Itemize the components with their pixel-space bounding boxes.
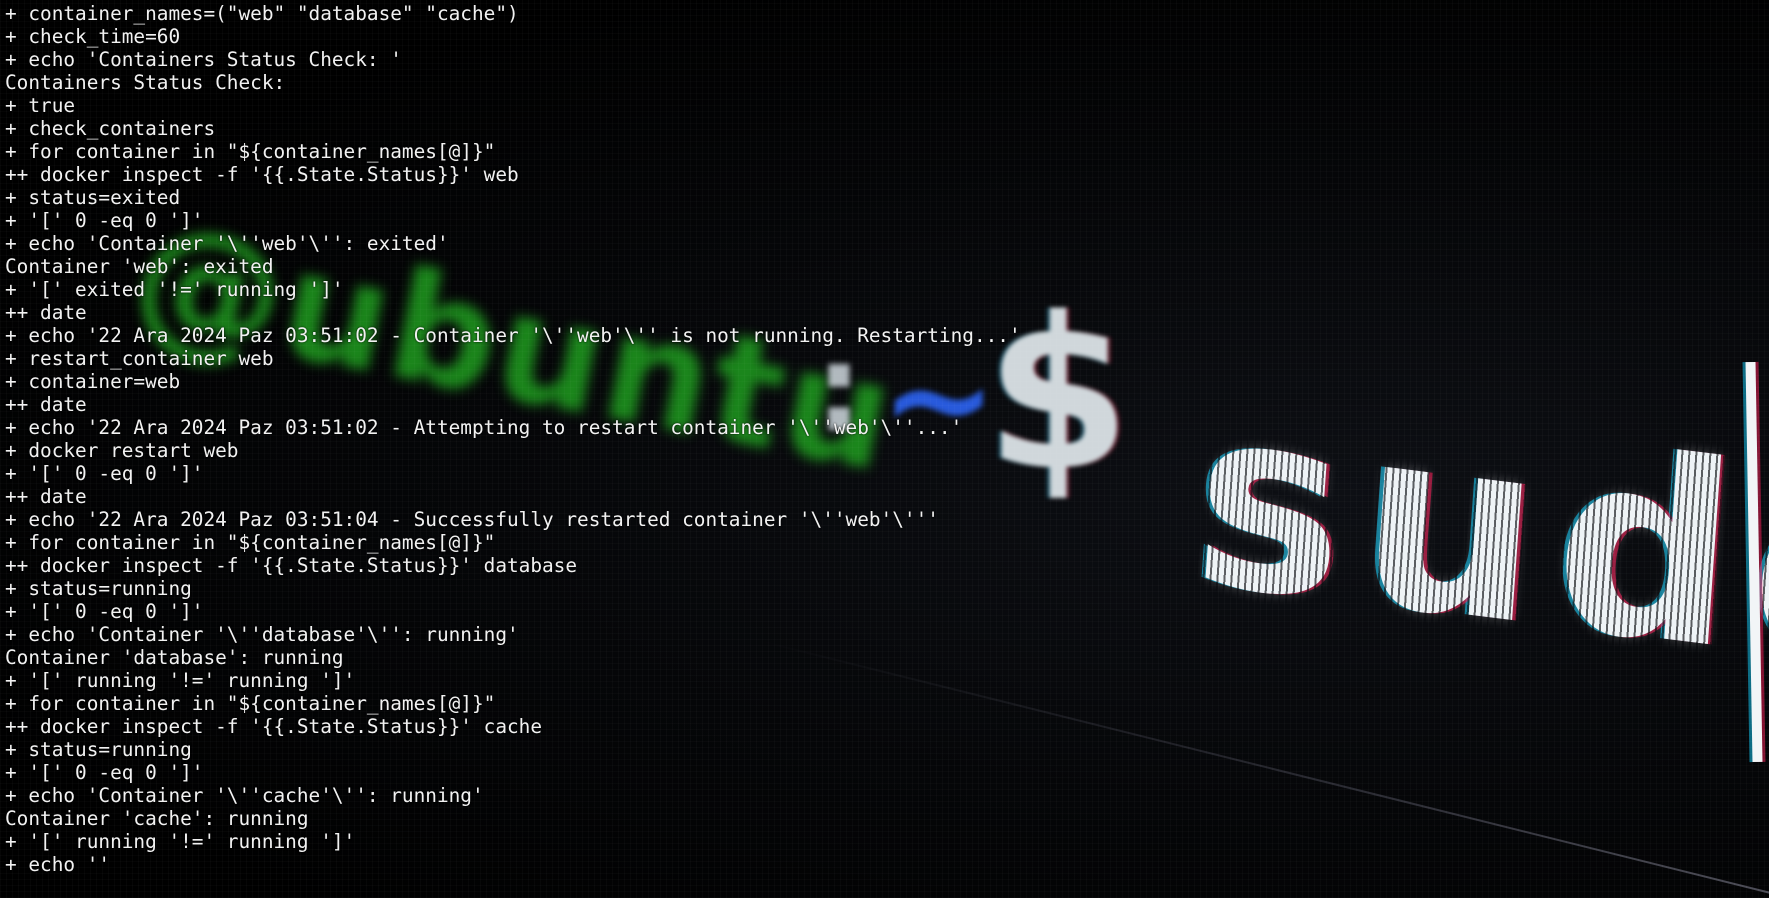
terminal-line: + true	[5, 94, 76, 117]
terminal-line: + '[' 0 -eq 0 ']'	[5, 209, 204, 232]
terminal-line: + for container in "${container_names[@]…	[5, 692, 496, 715]
terminal-line: Containers Status Check:	[5, 71, 286, 94]
terminal-line: + echo 'Container '\''web'\'': exited'	[5, 232, 449, 255]
terminal-line: ++ date	[5, 301, 87, 324]
terminal-line: + container=web	[5, 370, 181, 393]
terminal-line: + container_names=("web" "database" "cac…	[5, 2, 519, 25]
terminal-line: ++ docker inspect -f '{{.State.Status}}'…	[5, 554, 578, 577]
terminal-line: + for container in "${container_names[@]…	[5, 531, 496, 554]
terminal-line: + echo '22 Ara 2024 Paz 03:51:04 - Succe…	[5, 508, 939, 531]
wallpaper-command-sudo: sudo	[1186, 349, 1769, 731]
terminal-line: + check_containers	[5, 117, 216, 140]
terminal-line: + echo 'Containers Status Check: '	[5, 48, 402, 71]
terminal-line: + echo 'Container '\''cache'\'': running…	[5, 784, 484, 807]
terminal-output[interactable]: + container_names=("web" "database" "cac…	[5, 2, 1021, 876]
terminal-line: + '[' running '!=' running ']'	[5, 669, 356, 692]
terminal-line: ++ date	[5, 485, 87, 508]
terminal-line: + '[' 0 -eq 0 ']'	[5, 600, 204, 623]
terminal-line: + '[' 0 -eq 0 ']'	[5, 462, 204, 485]
terminal-line: + restart_container web	[5, 347, 274, 370]
terminal-line: + echo ''	[5, 853, 111, 876]
terminal-line: Container 'web': exited	[5, 255, 274, 278]
terminal-line: ++ date	[5, 393, 87, 416]
terminal-line: + echo 'Container '\''database'\'': runn…	[5, 623, 519, 646]
terminal-line: + echo '22 Ara 2024 Paz 03:51:02 - Conta…	[5, 324, 1021, 347]
terminal-line: ++ docker inspect -f '{{.State.Status}}'…	[5, 163, 519, 186]
terminal-line: + '[' running '!=' running ']'	[5, 830, 356, 853]
terminal-screen[interactable]: @ubuntu : ~ $ sudo + container_names=("w…	[0, 0, 1769, 898]
terminal-line: + status=running	[5, 738, 192, 761]
terminal-line: + '[' 0 -eq 0 ']'	[5, 761, 204, 784]
terminal-line: + echo '22 Ara 2024 Paz 03:51:02 - Attem…	[5, 416, 963, 439]
terminal-line: + '[' exited '!=' running ']'	[5, 278, 344, 301]
terminal-line: ++ docker inspect -f '{{.State.Status}}'…	[5, 715, 543, 738]
terminal-line: + status=exited	[5, 186, 181, 209]
terminal-line: + check_time=60	[5, 25, 181, 48]
terminal-line: + docker restart web	[5, 439, 239, 462]
terminal-line: + status=running	[5, 577, 192, 600]
terminal-line: Container 'cache': running	[5, 807, 309, 830]
terminal-line: Container 'database': running	[5, 646, 344, 669]
terminal-line: + for container in "${container_names[@]…	[5, 140, 496, 163]
wallpaper-text-cursor	[1745, 361, 1763, 763]
